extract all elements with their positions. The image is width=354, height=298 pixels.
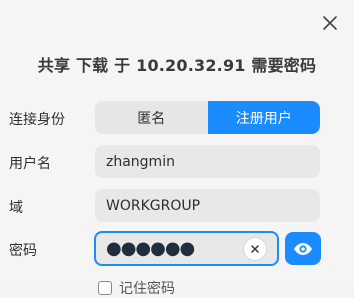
close-button[interactable] [320, 13, 340, 33]
clear-password-button[interactable] [244, 238, 266, 260]
remember-password-label: 记住密码 [119, 281, 175, 297]
remember-password-checkbox[interactable] [98, 281, 112, 295]
domain-value: WORKGROUP [106, 197, 201, 214]
username-value: zhangmin [106, 153, 175, 170]
domain-field[interactable]: WORKGROUP [95, 189, 320, 222]
identity-segmented-control: 匿名 注册用户 [95, 101, 320, 134]
password-masked-value: ●●●●●● [106, 238, 195, 259]
password-label: 密码 [9, 243, 37, 259]
username-field[interactable]: zhangmin [95, 145, 320, 178]
dialog-title: 共享 下载 于 10.20.32.91 需要密码 [37, 56, 317, 75]
close-icon [323, 16, 337, 30]
clear-icon [251, 245, 259, 253]
eye-icon [294, 242, 312, 255]
username-label: 用户名 [9, 156, 51, 172]
identity-option-anonymous[interactable]: 匿名 [95, 101, 208, 134]
identity-option-registered-user[interactable]: 注册用户 [207, 101, 320, 134]
identity-label: 连接身份 [9, 112, 65, 128]
password-field[interactable]: ●●●●●● [94, 231, 279, 266]
domain-label: 域 [9, 200, 23, 216]
toggle-password-visibility-button[interactable] [285, 232, 321, 265]
remember-password-row[interactable]: 记住密码 [98, 278, 175, 298]
password-dialog: 共享 下载 于 10.20.32.91 需要密码 连接身份 匿名 注册用户 用户… [0, 0, 354, 297]
